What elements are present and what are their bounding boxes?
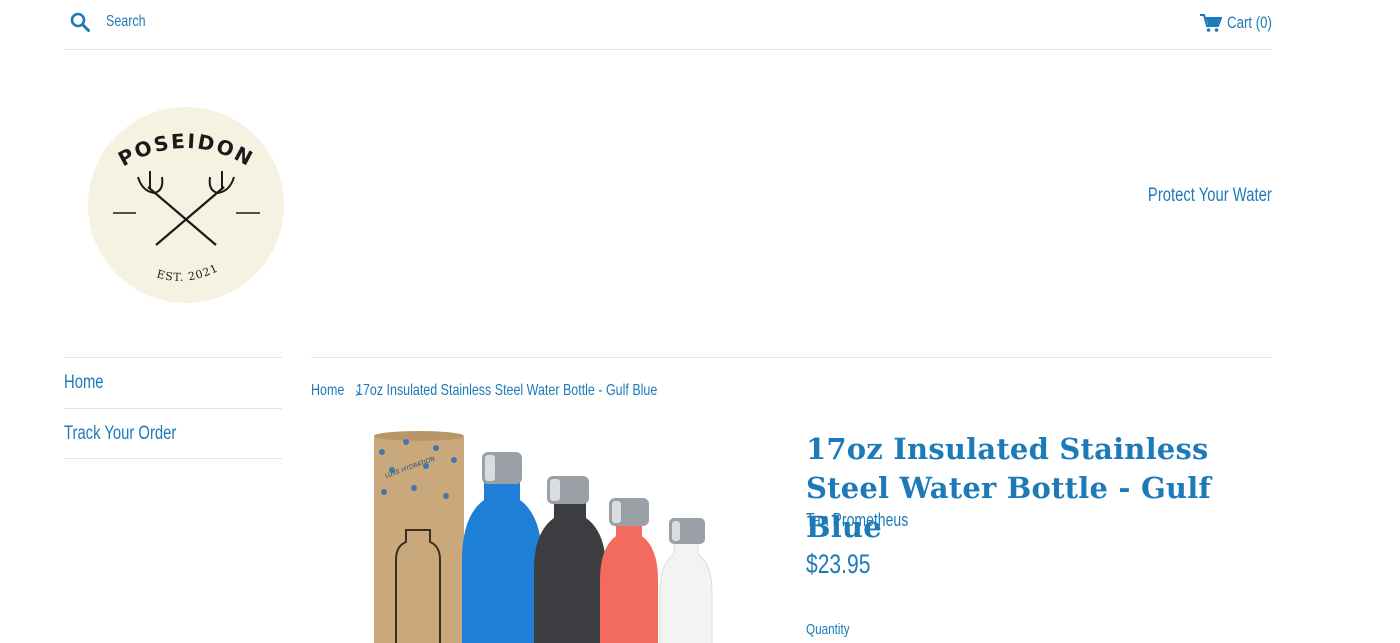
product-image[interactable]: LUXE HYDRATION: [366, 430, 726, 643]
svg-text:POSEIDON: POSEIDON: [114, 129, 258, 172]
poseidon-tridents-logo: POSEIDON EST. 2021: [113, 129, 260, 284]
store-logo[interactable]: POSEIDON EST. 2021: [88, 107, 284, 303]
content-divider: [311, 357, 1272, 358]
top-bar: Search Cart (0): [64, 0, 1272, 50]
breadcrumb-home-link[interactable]: Home: [311, 382, 344, 400]
quantity-label: Quantity: [806, 621, 850, 638]
cart-label[interactable]: Cart (0): [1227, 13, 1272, 33]
sidebar-item-label[interactable]: Home: [64, 372, 104, 394]
search-icon[interactable]: [70, 12, 90, 37]
svg-text:EST. 2021: EST. 2021: [155, 261, 220, 284]
product-vendor[interactable]: Tan Prometheus: [806, 510, 908, 531]
logo-established-text: EST. 2021: [155, 261, 219, 284]
store-tagline: Protect Your Water: [1148, 185, 1272, 206]
logo-brand-text: POSEIDON: [114, 129, 256, 172]
sidebar-item-track-order[interactable]: Track Your Order: [64, 408, 282, 459]
cart-icon[interactable]: [1200, 13, 1223, 38]
sidebar-item-label[interactable]: Track Your Order: [64, 423, 176, 445]
breadcrumb-current: 17oz Insulated Stainless Steel Water Bot…: [356, 382, 658, 399]
search-label[interactable]: Search: [106, 13, 146, 31]
sidebar-item-home[interactable]: Home: [64, 357, 282, 408]
sidebar-nav: Home Track Your Order: [64, 357, 282, 459]
product-price: $23.95: [806, 549, 871, 579]
search-button[interactable]: [70, 12, 90, 37]
cart-link[interactable]: Cart (0): [1192, 12, 1272, 34]
